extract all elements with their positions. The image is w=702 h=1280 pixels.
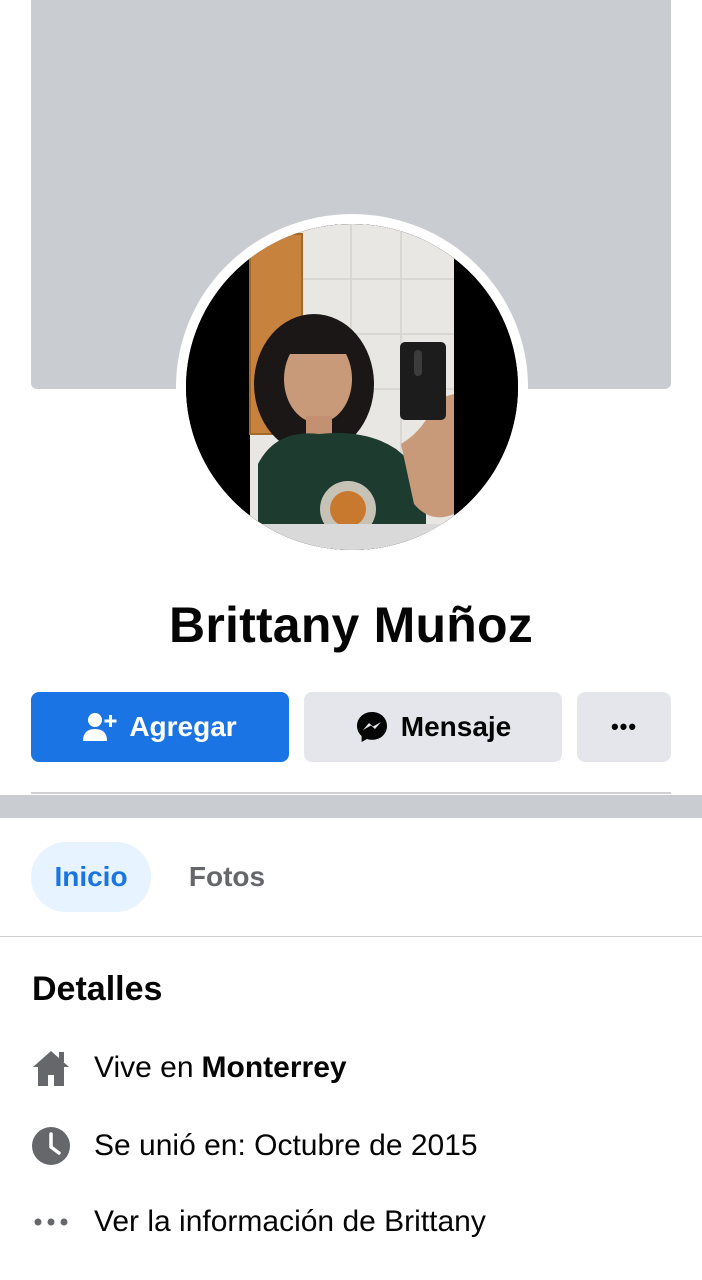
- more-dots-icon: •••: [610, 714, 638, 739]
- section-separator: [0, 795, 702, 818]
- joined-text: Se unió en: Octubre de 2015: [94, 1129, 478, 1162]
- add-friend-label: Agregar: [129, 711, 237, 742]
- tab-inicio-label: Inicio: [54, 861, 128, 892]
- tab-fotos-label: Fotos: [188, 861, 266, 892]
- add-friend-button[interactable]: Agregar: [31, 692, 289, 762]
- header-divider: [31, 792, 671, 794]
- profile-picture-frame[interactable]: [176, 214, 528, 560]
- tabs-divider: [0, 936, 702, 937]
- add-friend-icon: [83, 713, 117, 741]
- lives-city[interactable]: Monterrey: [202, 1051, 347, 1085]
- profile-picture-image: [186, 224, 518, 550]
- message-label: Mensaje: [400, 711, 512, 742]
- clock-icon: [30, 1125, 72, 1167]
- lives-prefix: Vive en: [94, 1051, 194, 1084]
- profile-picture[interactable]: [186, 224, 518, 550]
- tab-inicio[interactable]: Inicio: [31, 842, 151, 912]
- more-options-button[interactable]: •••: [577, 692, 671, 762]
- detail-more-info[interactable]: Ver la información de Brittany: [30, 1200, 486, 1244]
- tab-fotos[interactable]: Fotos: [170, 842, 284, 912]
- dots-icon: [30, 1201, 72, 1243]
- more-info-link[interactable]: Ver la información de Brittany: [94, 1205, 486, 1239]
- messenger-icon: [356, 712, 387, 742]
- home-icon: [30, 1047, 72, 1089]
- detail-joined: Se unió en: Octubre de 2015: [30, 1124, 478, 1168]
- message-button[interactable]: Mensaje: [304, 692, 562, 762]
- detail-lives-in: Vive en Monterrey: [30, 1046, 347, 1090]
- profile-name: Brittany Muñoz: [169, 597, 533, 653]
- details-title: Detalles: [32, 970, 163, 1008]
